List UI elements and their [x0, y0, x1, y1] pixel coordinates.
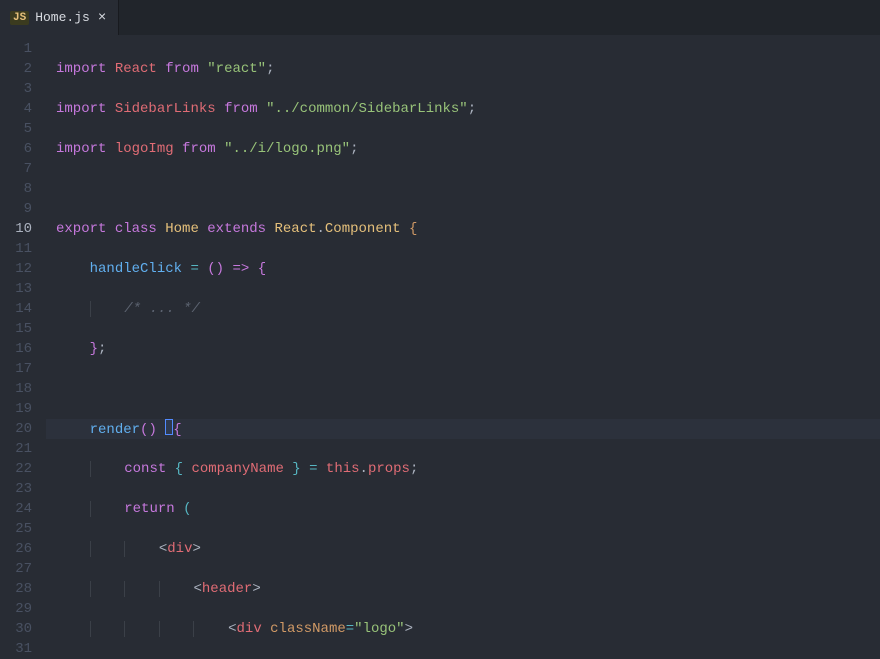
- line-number[interactable]: 20: [10, 419, 32, 439]
- line-number[interactable]: 4: [10, 99, 32, 119]
- line-number[interactable]: 13: [10, 279, 32, 299]
- line-number[interactable]: 26: [10, 539, 32, 559]
- line-number[interactable]: 1: [10, 39, 32, 59]
- line-number[interactable]: 5: [10, 119, 32, 139]
- close-icon[interactable]: ×: [96, 10, 108, 26]
- tab-filename: Home.js: [35, 10, 90, 25]
- line-number[interactable]: 23: [10, 479, 32, 499]
- line-number[interactable]: 21: [10, 439, 32, 459]
- line-number[interactable]: 22: [10, 459, 32, 479]
- line-number[interactable]: 25: [10, 519, 32, 539]
- line-number[interactable]: 14: [10, 299, 32, 319]
- code-editor: 1234567891011121314151617181920212223242…: [0, 35, 880, 652]
- line-number[interactable]: 29: [10, 599, 32, 619]
- line-number[interactable]: 24: [10, 499, 32, 519]
- line-number[interactable]: 17: [10, 359, 32, 379]
- line-number-gutter[interactable]: 1234567891011121314151617181920212223242…: [0, 35, 46, 652]
- line-number[interactable]: 10: [10, 219, 32, 239]
- line-number[interactable]: 11: [10, 239, 32, 259]
- line-number[interactable]: 15: [10, 319, 32, 339]
- line-number[interactable]: 30: [10, 619, 32, 639]
- line-number[interactable]: 3: [10, 79, 32, 99]
- line-number[interactable]: 2: [10, 59, 32, 79]
- line-number[interactable]: 16: [10, 339, 32, 359]
- editor-tab[interactable]: JS Home.js ×: [0, 0, 119, 35]
- line-number[interactable]: 19: [10, 399, 32, 419]
- code-area[interactable]: import React from "react"; import Sideba…: [46, 35, 880, 652]
- line-number[interactable]: 6: [10, 139, 32, 159]
- line-number[interactable]: 31: [10, 639, 32, 659]
- line-number[interactable]: 27: [10, 559, 32, 579]
- line-number[interactable]: 12: [10, 259, 32, 279]
- js-file-icon: JS: [10, 11, 29, 25]
- tab-bar: JS Home.js ×: [0, 0, 880, 35]
- line-number[interactable]: 9: [10, 199, 32, 219]
- line-number[interactable]: 8: [10, 179, 32, 199]
- line-number[interactable]: 28: [10, 579, 32, 599]
- line-number[interactable]: 7: [10, 159, 32, 179]
- line-number[interactable]: 18: [10, 379, 32, 399]
